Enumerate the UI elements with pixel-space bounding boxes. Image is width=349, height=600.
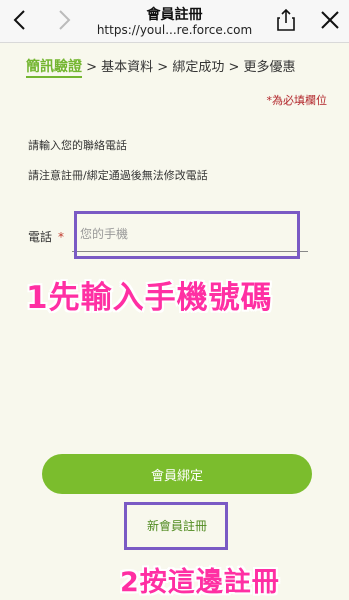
annotation-step2: 2按這邊註冊 — [120, 567, 280, 598]
warning-text: 請注意註冊/綁定通過後無法修改電話 — [28, 169, 208, 182]
highlight-box-register — [124, 502, 228, 550]
share-icon[interactable] — [274, 8, 298, 32]
required-asterisk: * — [58, 230, 65, 244]
required-note: *為必填欄位 — [266, 94, 328, 107]
phone-label: 電話 * — [28, 228, 64, 245]
instruction-text: 請輸入您的聯絡電話 — [28, 139, 127, 152]
annotation-step1: 1先輸入手機號碼 — [26, 280, 273, 316]
highlight-box-phone — [74, 211, 300, 259]
member-bind-button[interactable]: 會員綁定 — [42, 454, 312, 494]
phone-label-text: 電話 — [28, 230, 53, 244]
step-sms-verify: 簡訊驗證 — [26, 59, 82, 78]
close-icon[interactable] — [318, 8, 342, 32]
progress-steps: 簡訊驗證 > 基本資料 > 綁定成功 > 更多優惠 — [26, 56, 296, 78]
step-rest: > 基本資料 > 綁定成功 > 更多優惠 — [82, 60, 296, 75]
browser-toolbar: 會員註冊 https://youl...re.force.com — [0, 0, 349, 43]
